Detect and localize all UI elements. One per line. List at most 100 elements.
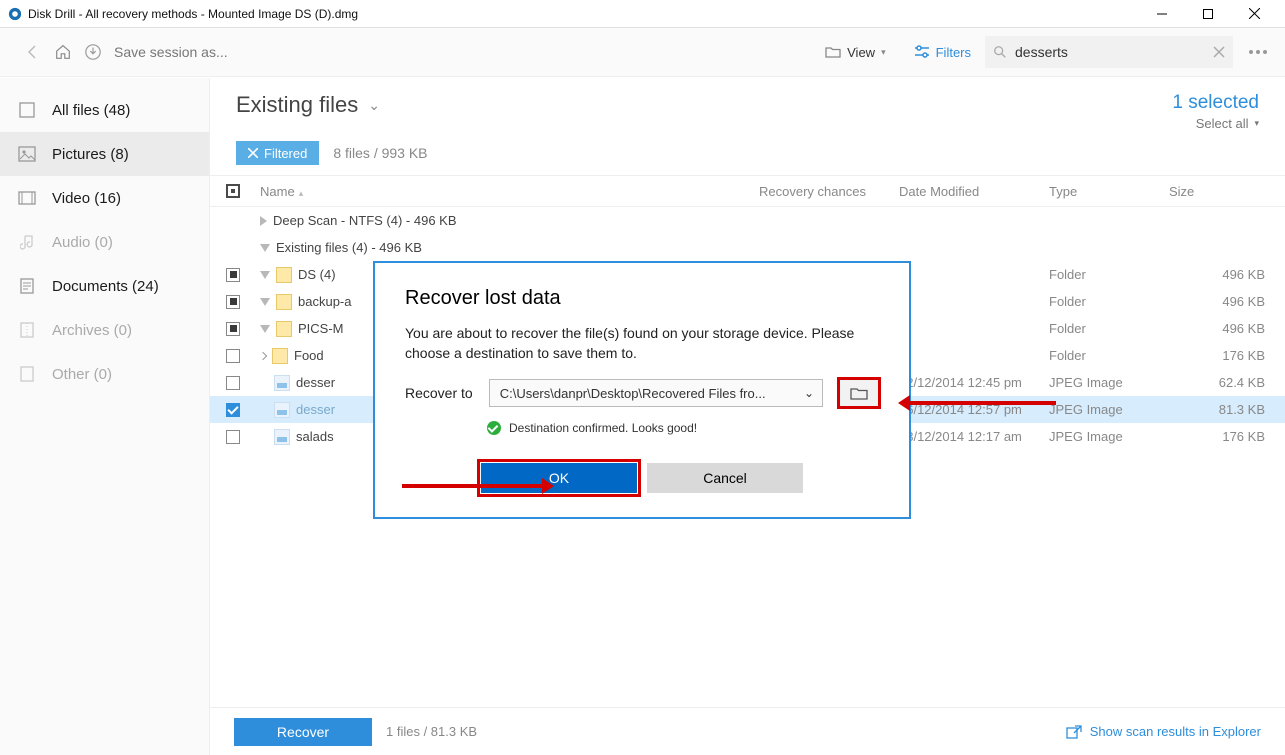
window-minimize-button[interactable] (1139, 0, 1185, 28)
window-title: Disk Drill - All recovery methods - Moun… (28, 7, 1139, 21)
expand-right-icon[interactable] (259, 351, 267, 359)
row-size: 62.4 KB (1165, 375, 1275, 390)
download-icon (84, 43, 102, 61)
row-size: 176 KB (1165, 348, 1275, 363)
external-link-icon (1066, 725, 1082, 739)
page-title[interactable]: Existing files ⌄ (236, 92, 380, 118)
row-name: Food (294, 348, 324, 363)
expand-right-icon[interactable] (260, 216, 267, 226)
search-icon (993, 45, 1007, 59)
window-maximize-button[interactable] (1185, 0, 1231, 28)
dialog-title: Recover lost data (405, 287, 879, 310)
sliders-icon (914, 45, 930, 59)
view-button[interactable]: View ▾ (811, 37, 899, 67)
collapse-down-icon[interactable] (260, 325, 270, 333)
recover-dialog: Recover lost data You are about to recov… (373, 261, 911, 519)
recover-button[interactable]: Recover (234, 718, 372, 746)
row-size: 496 KB (1165, 267, 1275, 282)
column-header-date[interactable]: Date Modified (895, 184, 1045, 199)
filters-button-label: Filters (936, 45, 971, 60)
select-all-checkbox[interactable] (226, 184, 240, 198)
check-circle-icon (487, 421, 501, 435)
app-logo-icon (8, 7, 22, 21)
row-name: Deep Scan - NTFS (4) - 496 KB (273, 213, 457, 228)
selected-count: 1 selected (1172, 92, 1259, 114)
column-header-recovery[interactable]: Recovery chances (755, 184, 895, 199)
row-checkbox[interactable] (226, 376, 240, 390)
destination-confirm-text: Destination confirmed. Looks good! (509, 421, 697, 435)
table-row[interactable]: Existing files (4) - 496 KB (210, 234, 1285, 261)
row-checkbox[interactable] (226, 403, 240, 417)
image-file-icon (274, 429, 290, 445)
annotation-arrow-to-ok (402, 484, 544, 488)
destination-dropdown[interactable]: C:\Users\danpr\Desktop\Recovered Files f… (489, 379, 823, 407)
row-checkbox[interactable] (226, 295, 240, 309)
column-header-name[interactable]: Name▴ (256, 184, 755, 199)
more-menu-button[interactable] (1249, 50, 1267, 54)
other-icon (18, 365, 36, 383)
row-type: JPEG Image (1045, 402, 1165, 417)
filters-button[interactable]: Filters (900, 37, 985, 67)
search-input[interactable] (1013, 43, 1213, 61)
column-header-size[interactable]: Size (1165, 184, 1275, 199)
table-header: Name▴ Recovery chances Date Modified Typ… (210, 175, 1285, 207)
collapse-down-icon[interactable] (260, 244, 270, 252)
row-checkbox[interactable] (226, 268, 240, 282)
ok-button[interactable]: OK (481, 463, 637, 493)
row-type: Folder (1045, 348, 1165, 363)
view-button-label: View (847, 45, 875, 60)
sidebar-item-all-files[interactable]: All files (48) (0, 88, 209, 132)
image-file-icon (274, 375, 290, 391)
sidebar-item-pictures[interactable]: Pictures (8) (0, 132, 209, 176)
show-in-explorer-link[interactable]: Show scan results in Explorer (1066, 724, 1261, 739)
row-type: Folder (1045, 267, 1165, 282)
folder-outline-icon (825, 45, 841, 59)
sidebar-item-audio[interactable]: Audio (0) (0, 220, 209, 264)
chevron-down-icon: ▾ (881, 47, 886, 58)
row-checkbox[interactable] (226, 322, 240, 336)
row-name: Existing files (4) - 496 KB (276, 240, 422, 255)
back-button[interactable] (18, 37, 48, 67)
chevron-down-icon: ⌄ (368, 97, 380, 114)
sort-caret-icon: ▴ (299, 188, 304, 198)
browse-folder-button[interactable] (839, 379, 879, 407)
save-session-label[interactable]: Save session as... (114, 44, 228, 60)
window-close-button[interactable] (1231, 0, 1277, 28)
clear-search-icon[interactable] (1213, 46, 1225, 58)
sidebar-item-label: Documents (24) (52, 278, 159, 295)
row-date: 22/12/2014 12:45 pm (895, 375, 1045, 390)
sidebar-item-other[interactable]: Other (0) (0, 352, 209, 396)
sidebar-item-label: Archives (0) (52, 322, 132, 339)
recover-to-label: Recover to (405, 385, 473, 401)
row-date: 13/12/2014 12:17 am (895, 429, 1045, 444)
show-in-explorer-label: Show scan results in Explorer (1090, 724, 1261, 739)
sidebar-item-label: Pictures (8) (52, 146, 129, 163)
row-type: JPEG Image (1045, 375, 1165, 390)
row-name: backup-a (298, 294, 351, 309)
row-type: JPEG Image (1045, 429, 1165, 444)
row-name: salads (296, 429, 334, 444)
row-type: Folder (1045, 294, 1165, 309)
save-session-icon-button[interactable] (78, 37, 108, 67)
collapse-down-icon[interactable] (260, 298, 270, 306)
select-all-button[interactable]: Select all ▾ (1172, 116, 1259, 131)
sidebar-item-archives[interactable]: Archives (0) (0, 308, 209, 352)
row-checkbox[interactable] (226, 430, 240, 444)
sidebar-item-label: All files (48) (52, 102, 130, 119)
audio-icon (18, 233, 36, 251)
select-all-label: Select all (1196, 116, 1249, 131)
row-type: Folder (1045, 321, 1165, 336)
row-size: 176 KB (1165, 429, 1275, 444)
sidebar-item-video[interactable]: Video (16) (0, 176, 209, 220)
cancel-button[interactable]: Cancel (647, 463, 803, 493)
search-input-container[interactable] (985, 36, 1233, 68)
home-button[interactable] (48, 37, 78, 67)
row-checkbox[interactable] (226, 349, 240, 363)
filtered-chip[interactable]: Filtered (236, 141, 319, 165)
column-header-type[interactable]: Type (1045, 184, 1165, 199)
image-file-icon (274, 402, 290, 418)
collapse-down-icon[interactable] (260, 271, 270, 279)
table-row[interactable]: Deep Scan - NTFS (4) - 496 KB (210, 207, 1285, 234)
sidebar-item-documents[interactable]: Documents (24) (0, 264, 209, 308)
close-icon (248, 148, 258, 158)
